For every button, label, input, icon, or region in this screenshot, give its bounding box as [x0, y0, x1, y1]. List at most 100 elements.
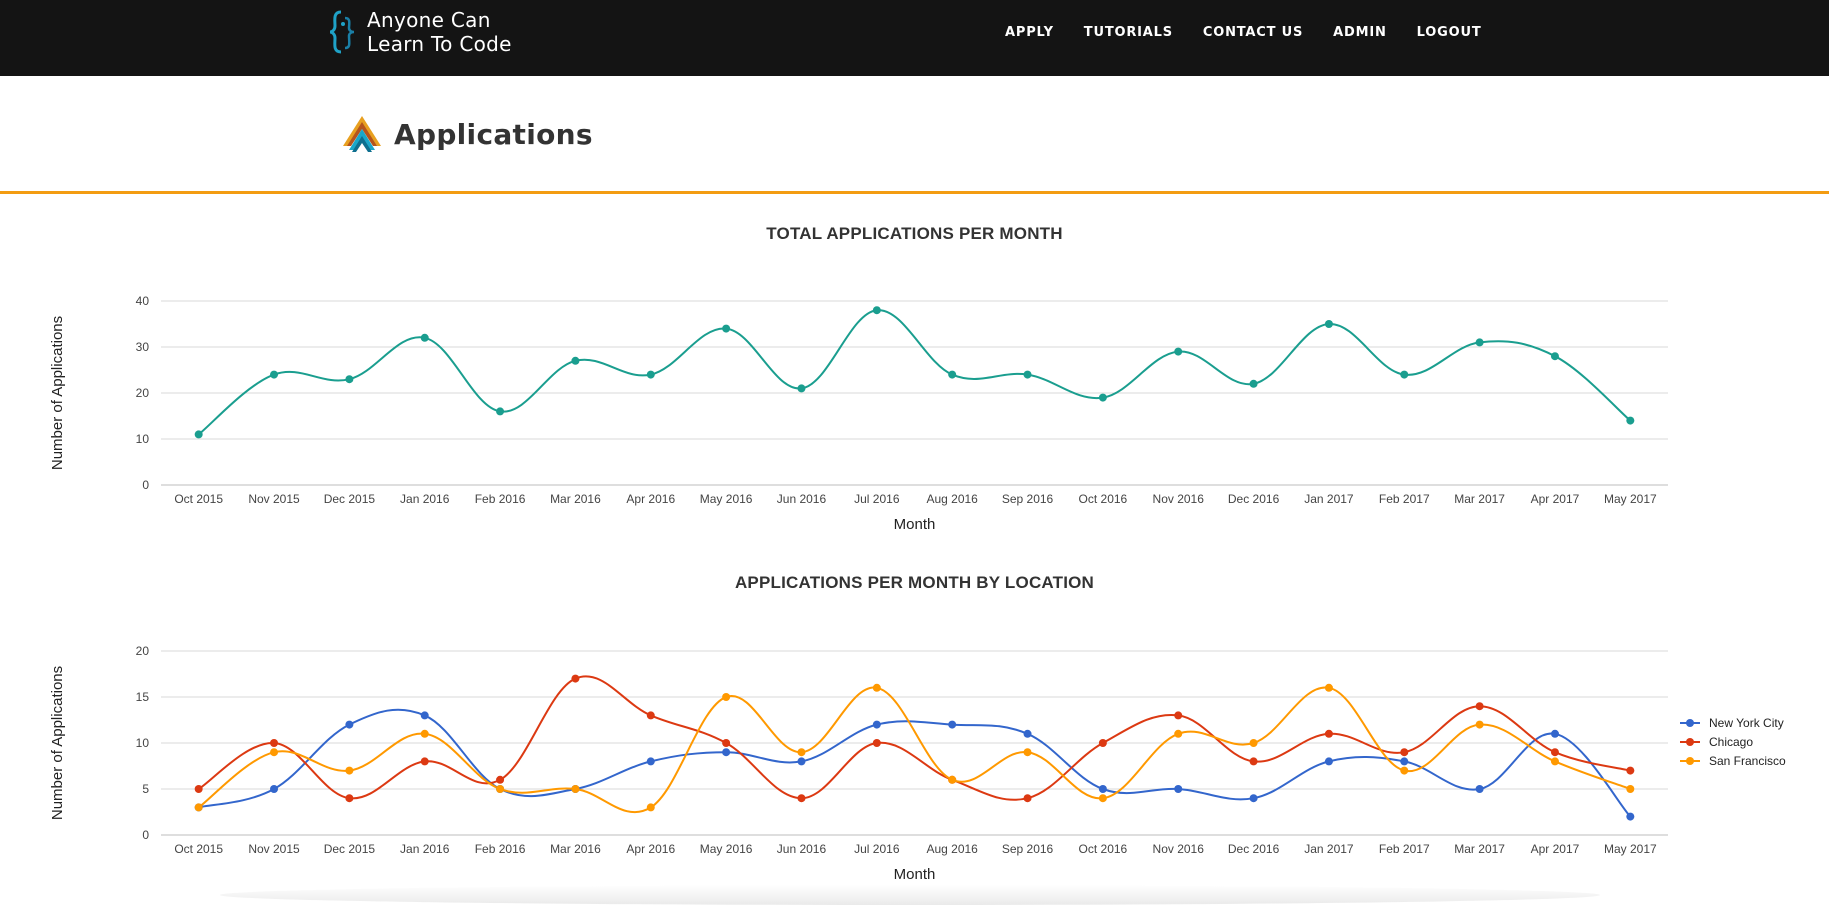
data-point[interactable]	[1626, 785, 1635, 793]
data-point[interactable]	[797, 794, 806, 803]
nav-contact-us[interactable]: CONTACT US	[1203, 25, 1303, 40]
data-point[interactable]	[1550, 748, 1559, 757]
brand-logo-link[interactable]: Anyone Can Learn To Code	[327, 8, 512, 56]
data-point[interactable]	[194, 803, 203, 812]
chart-legend: New York City Chicago San Francisco	[1680, 716, 1786, 768]
data-point[interactable]	[1174, 785, 1183, 793]
data-point[interactable]	[1626, 416, 1635, 425]
data-point[interactable]	[496, 407, 505, 416]
data-point[interactable]	[1400, 757, 1409, 766]
data-point[interactable]	[872, 739, 881, 747]
data-point[interactable]	[1249, 794, 1258, 803]
data-point[interactable]	[722, 739, 731, 747]
y-tick-label: 40	[136, 294, 150, 308]
data-point[interactable]	[1550, 729, 1559, 738]
data-point[interactable]	[872, 306, 881, 315]
chart-2-title: APPLICATIONS PER MONTH BY LOCATION	[734, 573, 1095, 592]
data-point[interactable]	[646, 711, 655, 720]
data-point[interactable]	[948, 775, 957, 784]
data-point[interactable]	[345, 766, 354, 775]
nav-admin[interactable]: ADMIN	[1333, 25, 1387, 40]
data-point[interactable]	[1400, 370, 1409, 379]
data-point[interactable]	[420, 711, 429, 720]
data-point[interactable]	[571, 785, 580, 793]
data-point[interactable]	[270, 785, 279, 793]
data-point[interactable]	[1324, 729, 1333, 738]
data-point[interactable]	[1023, 370, 1032, 379]
nav-apply[interactable]: APPLY	[1005, 25, 1054, 40]
x-tick-label: Sep 2016	[1002, 492, 1054, 506]
x-tick-label: Apr 2016	[626, 842, 675, 856]
data-point[interactable]	[797, 757, 806, 766]
data-point[interactable]	[722, 324, 731, 333]
data-point[interactable]	[194, 785, 203, 793]
data-point[interactable]	[1098, 393, 1107, 402]
data-point[interactable]	[345, 794, 354, 803]
data-point[interactable]	[270, 739, 279, 747]
data-point[interactable]	[345, 720, 354, 729]
page-header: Applications	[0, 76, 1829, 194]
y-tick-label: 30	[136, 340, 150, 354]
data-point[interactable]	[1174, 729, 1183, 738]
legend-marker	[1686, 757, 1694, 765]
data-point[interactable]	[872, 683, 881, 692]
data-point[interactable]	[1400, 766, 1409, 775]
x-tick-label: Mar 2016	[550, 842, 601, 856]
data-point[interactable]	[1550, 757, 1559, 766]
data-point[interactable]	[948, 720, 957, 729]
data-point[interactable]	[420, 729, 429, 738]
data-point[interactable]	[270, 370, 279, 379]
data-point[interactable]	[1098, 739, 1107, 747]
legend-label[interactable]: San Francisco	[1709, 754, 1786, 768]
data-point[interactable]	[948, 370, 957, 379]
data-point[interactable]	[1475, 720, 1484, 729]
x-tick-label: Aug 2016	[926, 842, 978, 856]
data-point[interactable]	[1626, 766, 1635, 775]
data-point[interactable]	[1475, 785, 1484, 793]
data-point[interactable]	[1324, 757, 1333, 766]
data-point[interactable]	[872, 720, 881, 729]
y-tick-label: 0	[142, 478, 149, 492]
data-point[interactable]	[1324, 320, 1333, 328]
data-point[interactable]	[1098, 785, 1107, 793]
data-point[interactable]	[1249, 379, 1258, 388]
top-navbar: Anyone Can Learn To Code APPLY TUTORIALS…	[0, 0, 1829, 76]
x-tick-label: Jun 2016	[777, 842, 827, 856]
data-point[interactable]	[1023, 729, 1032, 738]
data-point[interactable]	[571, 674, 580, 683]
data-point[interactable]	[1626, 812, 1635, 821]
y-tick-label: 20	[136, 644, 150, 658]
data-point[interactable]	[1249, 757, 1258, 766]
nav-tutorials[interactable]: TUTORIALS	[1084, 25, 1173, 40]
data-point[interactable]	[646, 757, 655, 766]
data-point[interactable]	[1023, 794, 1032, 803]
data-point[interactable]	[345, 375, 354, 384]
data-point[interactable]	[1400, 748, 1409, 757]
data-point[interactable]	[1023, 748, 1032, 757]
data-point[interactable]	[1550, 352, 1559, 361]
data-point[interactable]	[496, 785, 505, 793]
data-point[interactable]	[420, 333, 429, 342]
data-point[interactable]	[571, 356, 580, 365]
data-point[interactable]	[722, 748, 731, 757]
data-point[interactable]	[1249, 739, 1258, 747]
data-point[interactable]	[1174, 347, 1183, 356]
data-point[interactable]	[1174, 711, 1183, 720]
data-point[interactable]	[722, 693, 731, 701]
logo-braces-icon	[329, 10, 355, 54]
data-point[interactable]	[1475, 702, 1484, 711]
nav-logout[interactable]: LOGOUT	[1417, 25, 1482, 40]
legend-label[interactable]: Chicago	[1709, 735, 1753, 749]
data-point[interactable]	[797, 384, 806, 393]
data-point[interactable]	[496, 775, 505, 784]
data-point[interactable]	[1098, 794, 1107, 803]
data-point[interactable]	[1475, 338, 1484, 347]
data-point[interactable]	[646, 370, 655, 379]
legend-label[interactable]: New York City	[1709, 716, 1784, 730]
data-point[interactable]	[797, 748, 806, 757]
data-point[interactable]	[1324, 683, 1333, 692]
data-point[interactable]	[270, 748, 279, 757]
data-point[interactable]	[646, 803, 655, 812]
data-point[interactable]	[194, 430, 203, 439]
data-point[interactable]	[420, 757, 429, 766]
